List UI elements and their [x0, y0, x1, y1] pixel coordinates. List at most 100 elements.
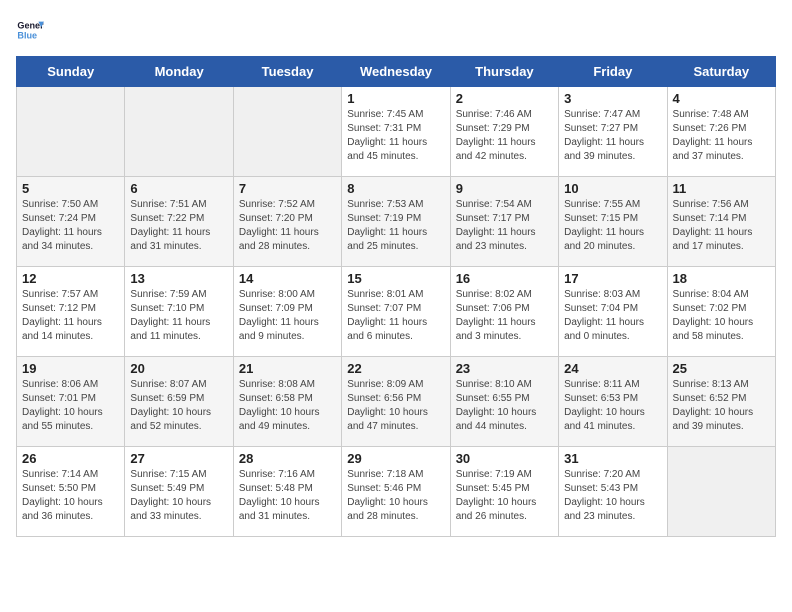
- weekday-header-wednesday: Wednesday: [342, 57, 450, 87]
- day-info: Sunrise: 8:04 AM Sunset: 7:02 PM Dayligh…: [673, 288, 770, 344]
- day-info: Sunrise: 7:55 AM Sunset: 7:15 PM Dayligh…: [564, 198, 661, 254]
- day-cell: 8 Sunrise: 7:53 AM Sunset: 7:19 PM Daylig…: [342, 177, 450, 267]
- day-cell: 31 Sunrise: 7:20 AM Sunset: 5:43 PM Dayli…: [559, 447, 667, 537]
- day-cell: 21 Sunrise: 8:08 AM Sunset: 6:58 PM Dayli…: [233, 357, 341, 447]
- weekday-header-tuesday: Tuesday: [233, 57, 341, 87]
- day-cell: 5Sunrise: 7:50 AM Sunset: 7:24 PM Daylig…: [17, 177, 125, 267]
- logo-icon: General Blue: [16, 16, 44, 44]
- day-number: 7: [239, 181, 336, 196]
- weekday-header-sunday: Sunday: [17, 57, 125, 87]
- day-info: Sunrise: 7:56 AM Sunset: 7:14 PM Dayligh…: [673, 198, 770, 254]
- day-info: Sunrise: 7:54 AM Sunset: 7:17 PM Dayligh…: [456, 198, 553, 254]
- day-cell: 14Sunrise: 8:00 AM Sunset: 7:09 PM Dayli…: [233, 267, 341, 357]
- day-info: Sunrise: 7:14 AM Sunset: 5:50 PM Dayligh…: [22, 468, 119, 524]
- day-info: Sunrise: 7:19 AM Sunset: 5:45 PM Dayligh…: [456, 468, 553, 524]
- day-number: 13: [130, 271, 227, 286]
- day-number: 19: [22, 361, 119, 376]
- day-info: Sunrise: 8:10 AM Sunset: 6:55 PM Dayligh…: [456, 378, 553, 434]
- day-number: 10: [564, 181, 661, 196]
- day-number: 31: [564, 451, 661, 466]
- weekday-header-monday: Monday: [125, 57, 233, 87]
- day-info: Sunrise: 7:16 AM Sunset: 5:48 PM Dayligh…: [239, 468, 336, 524]
- day-number: 26: [22, 451, 119, 466]
- day-cell: 9 Sunrise: 7:54 AM Sunset: 7:17 PM Daylig…: [450, 177, 558, 267]
- day-cell: 30Sunrise: 7:19 AM Sunset: 5:45 PM Dayli…: [450, 447, 558, 537]
- day-cell: 17 Sunrise: 8:03 AM Sunset: 7:04 PM Dayli…: [559, 267, 667, 357]
- day-info: Sunrise: 8:11 AM Sunset: 6:53 PM Dayligh…: [564, 378, 661, 434]
- day-cell: [233, 87, 341, 177]
- day-info: Sunrise: 7:18 AM Sunset: 5:46 PM Dayligh…: [347, 468, 444, 524]
- day-number: 27: [130, 451, 227, 466]
- svg-text:Blue: Blue: [17, 30, 37, 40]
- weekday-header-thursday: Thursday: [450, 57, 558, 87]
- day-cell: 4 Sunrise: 7:48 AM Sunset: 7:26 PM Daylig…: [667, 87, 775, 177]
- day-cell: 28Sunrise: 7:16 AM Sunset: 5:48 PM Dayli…: [233, 447, 341, 537]
- day-info: Sunrise: 8:02 AM Sunset: 7:06 PM Dayligh…: [456, 288, 553, 344]
- day-info: Sunrise: 8:03 AM Sunset: 7:04 PM Dayligh…: [564, 288, 661, 344]
- day-info: Sunrise: 7:48 AM Sunset: 7:26 PM Dayligh…: [673, 108, 770, 164]
- day-cell: 3 Sunrise: 7:47 AM Sunset: 7:27 PM Daylig…: [559, 87, 667, 177]
- day-number: 2: [456, 91, 553, 106]
- day-cell: 6 Sunrise: 7:51 AM Sunset: 7:22 PM Daylig…: [125, 177, 233, 267]
- day-info: Sunrise: 8:08 AM Sunset: 6:58 PM Dayligh…: [239, 378, 336, 434]
- day-number: 9: [456, 181, 553, 196]
- day-cell: [125, 87, 233, 177]
- day-number: 12: [22, 271, 119, 286]
- day-number: 6: [130, 181, 227, 196]
- week-row-5: 26 Sunrise: 7:14 AM Sunset: 5:50 PM Dayli…: [17, 447, 776, 537]
- day-cell: 29 Sunrise: 7:18 AM Sunset: 5:46 PM Dayli…: [342, 447, 450, 537]
- day-cell: 15 Sunrise: 8:01 AM Sunset: 7:07 PM Dayli…: [342, 267, 450, 357]
- week-row-1: 1 Sunrise: 7:45 AM Sunset: 7:31 PM Daylig…: [17, 87, 776, 177]
- day-cell: [667, 447, 775, 537]
- day-number: 21: [239, 361, 336, 376]
- day-info: Sunrise: 7:47 AM Sunset: 7:27 PM Dayligh…: [564, 108, 661, 164]
- weekday-header-row: SundayMondayTuesdayWednesdayThursdayFrid…: [17, 57, 776, 87]
- day-info: Sunrise: 7:53 AM Sunset: 7:19 PM Dayligh…: [347, 198, 444, 254]
- day-cell: 16 Sunrise: 8:02 AM Sunset: 7:06 PM Dayli…: [450, 267, 558, 357]
- day-info: Sunrise: 8:13 AM Sunset: 6:52 PM Dayligh…: [673, 378, 770, 434]
- day-number: 3: [564, 91, 661, 106]
- day-info: Sunrise: 8:01 AM Sunset: 7:07 PM Dayligh…: [347, 288, 444, 344]
- day-number: 8: [347, 181, 444, 196]
- day-number: 23: [456, 361, 553, 376]
- day-cell: 27 Sunrise: 7:15 AM Sunset: 5:49 PM Dayli…: [125, 447, 233, 537]
- week-row-2: 5Sunrise: 7:50 AM Sunset: 7:24 PM Daylig…: [17, 177, 776, 267]
- weekday-header-saturday: Saturday: [667, 57, 775, 87]
- day-cell: 18 Sunrise: 8:04 AM Sunset: 7:02 PM Dayli…: [667, 267, 775, 357]
- day-number: 18: [673, 271, 770, 286]
- day-cell: 20 Sunrise: 8:07 AM Sunset: 6:59 PM Dayli…: [125, 357, 233, 447]
- day-cell: 7Sunrise: 7:52 AM Sunset: 7:20 PM Daylig…: [233, 177, 341, 267]
- day-info: Sunrise: 8:06 AM Sunset: 7:01 PM Dayligh…: [22, 378, 119, 434]
- day-info: Sunrise: 7:59 AM Sunset: 7:10 PM Dayligh…: [130, 288, 227, 344]
- day-number: 1: [347, 91, 444, 106]
- day-info: Sunrise: 7:15 AM Sunset: 5:49 PM Dayligh…: [130, 468, 227, 524]
- week-row-3: 12Sunrise: 7:57 AM Sunset: 7:12 PM Dayli…: [17, 267, 776, 357]
- day-number: 29: [347, 451, 444, 466]
- day-number: 22: [347, 361, 444, 376]
- day-cell: 1 Sunrise: 7:45 AM Sunset: 7:31 PM Daylig…: [342, 87, 450, 177]
- day-info: Sunrise: 7:51 AM Sunset: 7:22 PM Dayligh…: [130, 198, 227, 254]
- day-info: Sunrise: 7:46 AM Sunset: 7:29 PM Dayligh…: [456, 108, 553, 164]
- day-info: Sunrise: 7:45 AM Sunset: 7:31 PM Dayligh…: [347, 108, 444, 164]
- day-number: 17: [564, 271, 661, 286]
- page-header: General Blue: [16, 16, 776, 44]
- logo: General Blue: [16, 16, 44, 44]
- day-info: Sunrise: 8:09 AM Sunset: 6:56 PM Dayligh…: [347, 378, 444, 434]
- day-cell: 24Sunrise: 8:11 AM Sunset: 6:53 PM Dayli…: [559, 357, 667, 447]
- day-number: 25: [673, 361, 770, 376]
- day-number: 20: [130, 361, 227, 376]
- weekday-header-friday: Friday: [559, 57, 667, 87]
- day-number: 4: [673, 91, 770, 106]
- day-info: Sunrise: 8:07 AM Sunset: 6:59 PM Dayligh…: [130, 378, 227, 434]
- calendar-table: SundayMondayTuesdayWednesdayThursdayFrid…: [16, 56, 776, 537]
- day-cell: 26 Sunrise: 7:14 AM Sunset: 5:50 PM Dayli…: [17, 447, 125, 537]
- day-number: 15: [347, 271, 444, 286]
- day-cell: 25 Sunrise: 8:13 AM Sunset: 6:52 PM Dayli…: [667, 357, 775, 447]
- day-cell: 11Sunrise: 7:56 AM Sunset: 7:14 PM Dayli…: [667, 177, 775, 267]
- week-row-4: 19 Sunrise: 8:06 AM Sunset: 7:01 PM Dayli…: [17, 357, 776, 447]
- day-cell: 13 Sunrise: 7:59 AM Sunset: 7:10 PM Dayli…: [125, 267, 233, 357]
- day-cell: 22 Sunrise: 8:09 AM Sunset: 6:56 PM Dayli…: [342, 357, 450, 447]
- day-number: 16: [456, 271, 553, 286]
- day-info: Sunrise: 7:50 AM Sunset: 7:24 PM Dayligh…: [22, 198, 119, 254]
- day-info: Sunrise: 7:20 AM Sunset: 5:43 PM Dayligh…: [564, 468, 661, 524]
